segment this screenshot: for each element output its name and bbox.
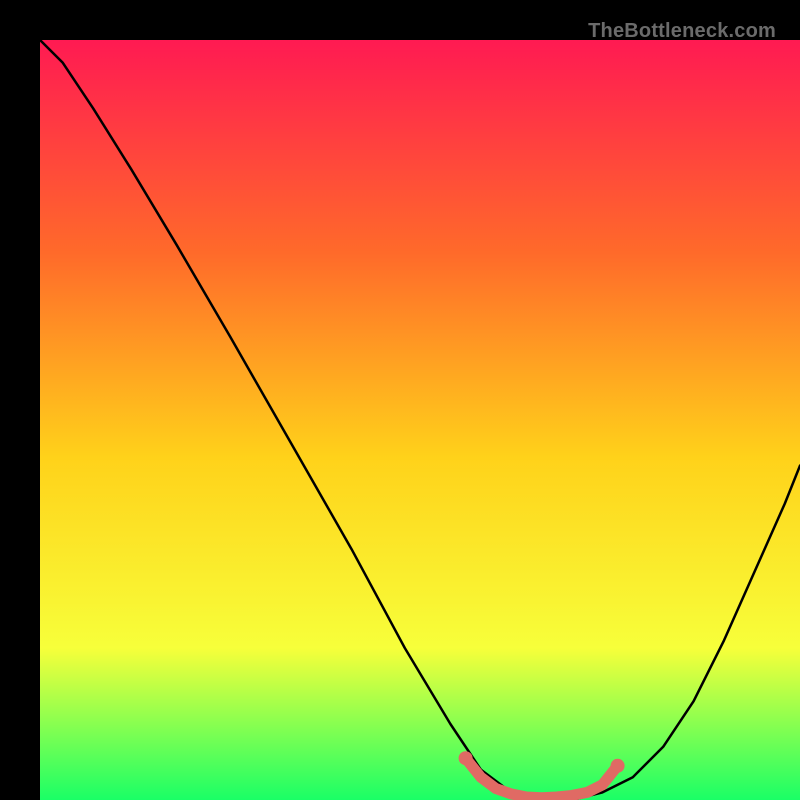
watermark-text: TheBottleneck.com <box>588 20 776 43</box>
sweet-spot-endpoint <box>611 759 625 773</box>
gradient-background <box>40 40 800 800</box>
chart-frame: TheBottleneck.com <box>20 20 780 780</box>
bottleneck-chart <box>40 40 800 800</box>
sweet-spot-endpoint <box>459 751 473 765</box>
plot-area <box>40 40 800 800</box>
